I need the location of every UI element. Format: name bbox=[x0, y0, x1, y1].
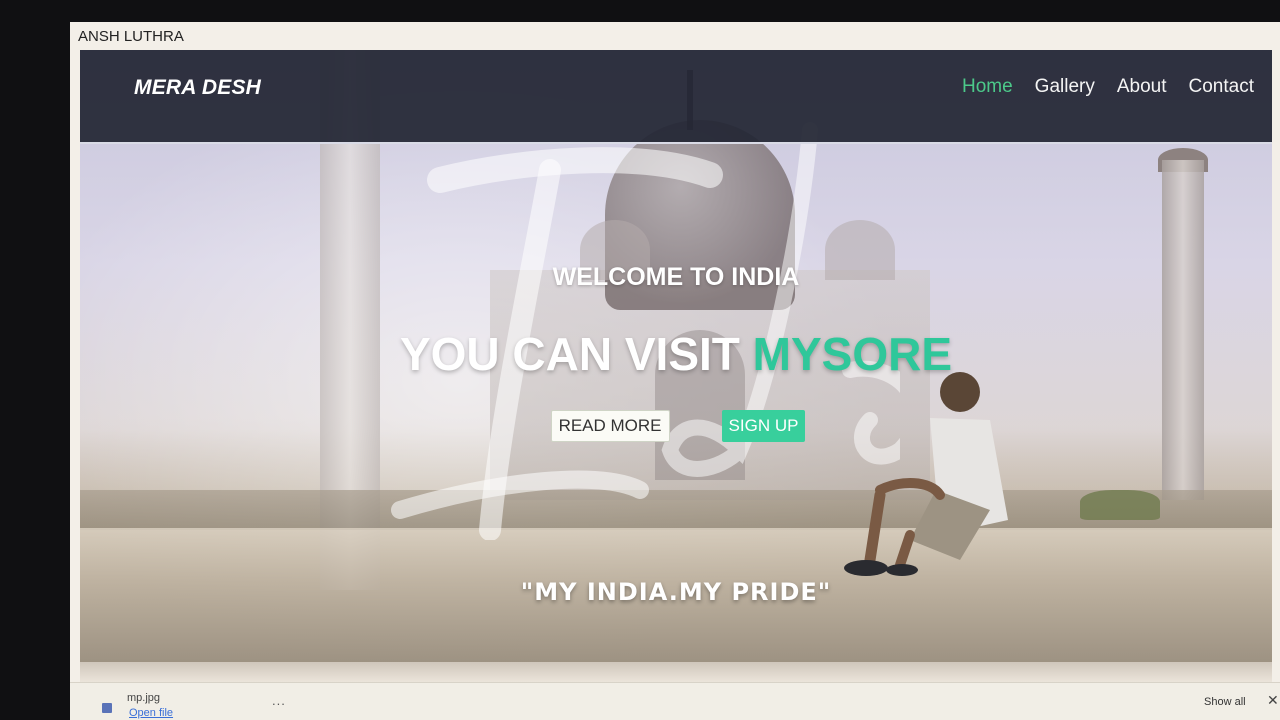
hero-headline: YOU CAN VISIT MYSORE bbox=[80, 327, 1272, 381]
tree-image bbox=[1080, 490, 1160, 520]
download-bar: mp.jpg Open file ... Show all ✕ bbox=[70, 682, 1280, 720]
more-options-icon[interactable]: ... bbox=[272, 693, 286, 708]
nav-link-gallery[interactable]: Gallery bbox=[1035, 76, 1095, 98]
window-title: ANSH LUTHRA bbox=[78, 28, 184, 45]
nav-link-home[interactable]: Home bbox=[962, 76, 1013, 98]
hero-reflection-strip bbox=[80, 662, 1272, 682]
seated-person-image bbox=[844, 372, 1008, 576]
motto-text: "MY INDIA.MY PRIDE" bbox=[520, 578, 832, 606]
headline-accent-city: MYSORE bbox=[752, 328, 953, 380]
brand-logo[interactable]: MERA DESH bbox=[134, 76, 261, 100]
nav-link-contact[interactable]: Contact bbox=[1189, 76, 1254, 98]
download-filename[interactable]: mp.jpg bbox=[127, 692, 160, 704]
headline-prefix: YOU CAN VISIT bbox=[399, 328, 740, 380]
sign-up-button[interactable]: SIGN UP bbox=[721, 410, 806, 442]
top-navbar: MERA DESH Home Gallery About Contact bbox=[80, 50, 1272, 144]
read-more-button[interactable]: READ MORE bbox=[550, 410, 670, 442]
hero-section: MERA DESH Home Gallery About Contact WEL… bbox=[80, 50, 1272, 662]
show-all-button[interactable]: Show all bbox=[1204, 696, 1246, 708]
file-icon bbox=[102, 703, 112, 713]
welcome-heading: WELCOME TO INDIA bbox=[552, 263, 800, 291]
browser-screen: ANSH LUTHRA MERA DESH Home Gallery About… bbox=[70, 22, 1280, 720]
nav-link-about[interactable]: About bbox=[1117, 76, 1167, 98]
close-icon[interactable]: ✕ bbox=[1267, 692, 1279, 709]
hero-buttons: READ MORE SIGN UP bbox=[80, 410, 1272, 442]
nav-links: Home Gallery About Contact bbox=[962, 76, 1254, 98]
open-file-link[interactable]: Open file bbox=[129, 707, 173, 719]
